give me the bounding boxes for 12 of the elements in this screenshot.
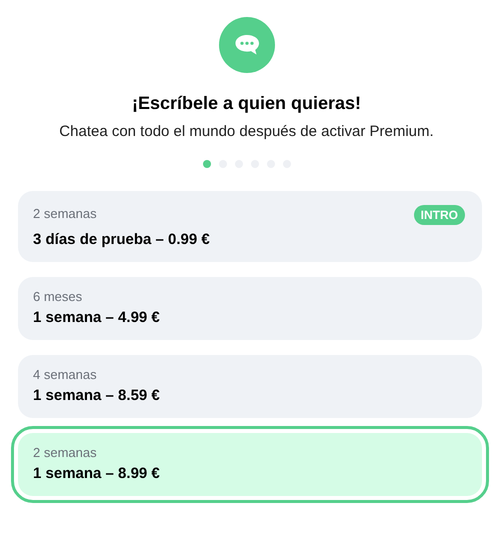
subtitle: Chatea con todo el mundo después de activar Premium. <box>59 122 434 142</box>
plan-offer: 1 semana – 8.59 € <box>33 386 161 406</box>
plan-offer: 1 semana – 8.99 € <box>33 464 161 484</box>
intro-badge: INTRO <box>414 205 465 225</box>
title: ¡Escríbele a quien quieras! <box>132 92 362 115</box>
plan-option[interactable]: 2 semanas 1 semana – 8.99 € <box>11 426 489 503</box>
plan-offer: 3 días de prueba – 0.99 € <box>33 230 211 250</box>
plan-period: 2 semanas <box>33 204 97 222</box>
plan-period: 4 semanas <box>33 366 97 384</box>
plan-offer: 1 semana – 4.99 € <box>33 308 161 328</box>
plan-period: 2 semanas <box>33 444 97 462</box>
plan-period: 6 meses <box>33 288 82 306</box>
